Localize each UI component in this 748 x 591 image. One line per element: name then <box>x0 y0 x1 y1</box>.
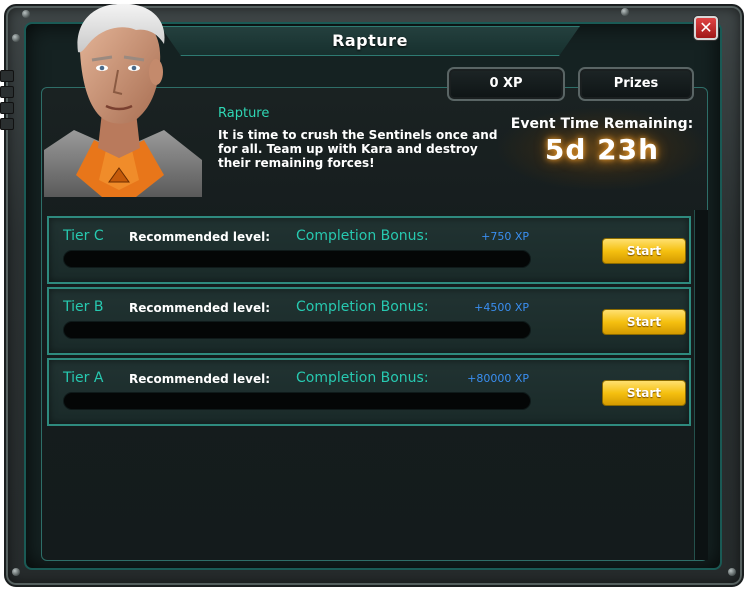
xp-label: 0 XP <box>489 76 523 91</box>
recommended-level-label: Recommended level: <box>129 301 271 315</box>
frame-notch <box>0 70 14 82</box>
start-label: Start <box>626 315 662 329</box>
xp-button[interactable]: 0 XP <box>447 67 565 101</box>
frame-notch <box>0 118 14 130</box>
completion-bonus-label: Completion Bonus: <box>296 228 429 244</box>
close-icon: ✕ <box>699 18 713 37</box>
close-button[interactable]: ✕ <box>694 16 718 40</box>
character-portrait-image <box>44 3 202 197</box>
tier-row-b: Tier B Recommended level: Completion Bon… <box>47 287 691 355</box>
tier-progress-bar <box>63 392 531 410</box>
completion-bonus-label: Completion Bonus: <box>296 299 429 315</box>
prizes-label: Prizes <box>613 76 659 91</box>
tier-name: Tier A <box>63 370 104 386</box>
recommended-level-label: Recommended level: <box>129 230 271 244</box>
start-button-tier-b[interactable]: Start <box>602 309 686 335</box>
start-button-tier-c[interactable]: Start <box>602 238 686 264</box>
completion-bonus-label: Completion Bonus: <box>296 370 429 386</box>
completion-bonus-value: +80000 XP <box>467 372 529 385</box>
dialog-title: Rapture <box>332 31 408 50</box>
event-description: It is time to crush the Sentinels once a… <box>218 128 498 170</box>
start-button-tier-a[interactable]: Start <box>602 380 686 406</box>
event-time-remaining-label: Event Time Remaining: <box>510 116 694 132</box>
recommended-level-label: Recommended level: <box>129 372 271 386</box>
scrollbar[interactable] <box>694 210 708 560</box>
character-portrait <box>44 0 202 197</box>
tier-name: Tier B <box>63 299 104 315</box>
frame-notch <box>0 86 14 98</box>
tier-name: Tier C <box>63 228 104 244</box>
completion-bonus-value: +4500 XP <box>474 301 529 314</box>
prizes-button[interactable]: Prizes <box>578 67 694 101</box>
event-time-remaining-value: 5d 23h <box>544 133 660 166</box>
tier-progress-bar <box>63 250 531 268</box>
start-label: Start <box>626 244 662 258</box>
tier-row-a: Tier A Recommended level: Completion Bon… <box>47 358 691 426</box>
rivet-icon <box>12 34 20 42</box>
completion-bonus-value: +750 XP <box>481 230 529 243</box>
rivet-icon <box>22 10 30 18</box>
rivet-icon <box>12 568 20 576</box>
tier-progress-bar <box>63 321 531 339</box>
tier-row-c: Tier C Recommended level: Completion Bon… <box>47 216 691 284</box>
event-name: Rapture <box>218 106 270 121</box>
frame-notch <box>0 102 14 114</box>
rivet-icon <box>728 568 736 576</box>
rivet-icon <box>621 8 629 16</box>
start-label: Start <box>626 386 662 400</box>
